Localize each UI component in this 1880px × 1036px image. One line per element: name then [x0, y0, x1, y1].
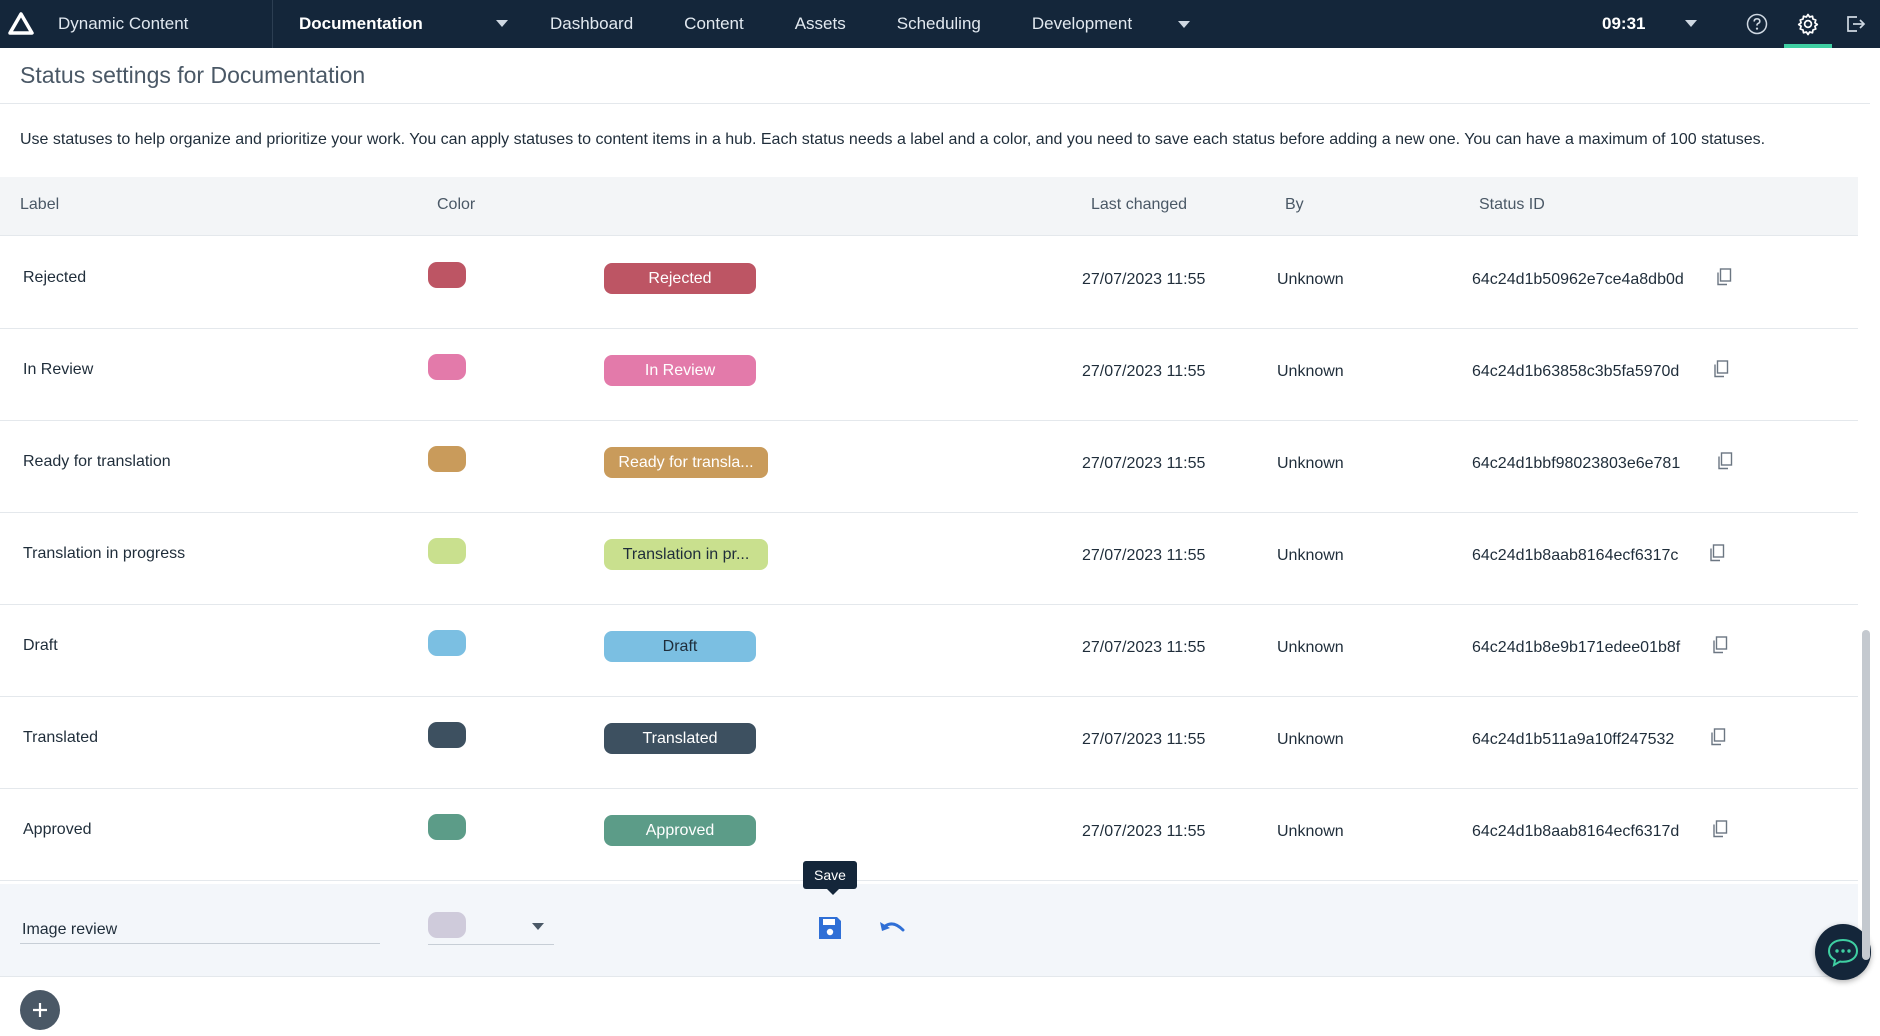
color-swatch[interactable]	[428, 722, 466, 748]
status-id: 64c24d1b8e9b171edee01b8f	[1472, 639, 1681, 656]
intro-text: Use statuses to help organize and priori…	[20, 131, 1766, 148]
table-row[interactable]: In Review In Review 27/07/2023 11:55 Unk…	[0, 328, 1858, 421]
status-preview-badge: Translation in pr...	[604, 539, 768, 570]
add-status-button[interactable]	[20, 990, 60, 1030]
color-swatch[interactable]	[428, 262, 466, 288]
color-picker-dropdown[interactable]	[428, 912, 554, 945]
chevron-down-icon	[1178, 20, 1191, 28]
undo-icon[interactable]	[878, 916, 908, 942]
nav-development[interactable]: Development	[1031, 14, 1191, 34]
status-id: 64c24d1b8aab8164ecf6317d	[1472, 823, 1680, 840]
status-label: Draft	[23, 637, 58, 654]
brand[interactable]: Dynamic Content	[0, 0, 273, 48]
table-row[interactable]: Draft Draft 27/07/2023 11:55 Unknown 64c…	[0, 604, 1858, 697]
page-title: Status settings for Documentation	[20, 62, 366, 88]
chat-bubble-icon	[1827, 938, 1859, 967]
changed-by: Unknown	[1277, 271, 1344, 288]
column-header-color: Color	[437, 196, 476, 213]
status-id: 64c24d1b50962e7ce4a8db0d	[1472, 271, 1684, 288]
copy-icon[interactable]	[1712, 636, 1728, 654]
nav-content[interactable]: Content	[684, 14, 744, 34]
clock-dropdown-icon[interactable]	[1685, 20, 1697, 27]
chevron-down-icon	[496, 20, 508, 27]
nav-dashboard[interactable]: Dashboard	[550, 14, 633, 34]
top-bar: Dynamic Content Documentation Dashboard …	[0, 0, 1880, 48]
last-changed: 27/07/2023 11:55	[1082, 639, 1206, 656]
copy-icon[interactable]	[1712, 820, 1728, 838]
status-preview-badge: Draft	[604, 631, 756, 662]
status-id: 64c24d1bbf98023803e6e781	[1472, 455, 1681, 472]
last-changed: 27/07/2023 11:55	[1082, 455, 1206, 472]
nav-assets[interactable]: Assets	[795, 14, 846, 34]
plus-icon	[33, 1003, 47, 1017]
new-status-row	[0, 884, 1858, 977]
column-header-by: By	[1285, 196, 1304, 213]
hub-selector[interactable]: Documentation	[273, 0, 520, 48]
chevron-down-icon	[532, 923, 544, 930]
app-name: Dynamic Content	[58, 14, 189, 33]
status-label: Translation in progress	[23, 545, 186, 562]
amplience-logo-icon	[8, 12, 34, 35]
column-header-status-id: Status ID	[1479, 196, 1545, 213]
changed-by: Unknown	[1277, 823, 1344, 840]
copy-icon[interactable]	[1717, 452, 1733, 470]
changed-by: Unknown	[1277, 639, 1344, 656]
table-row[interactable]: Translation in progress Translation in p…	[0, 512, 1858, 605]
column-header-last-changed: Last changed	[1091, 196, 1188, 213]
last-changed: 27/07/2023 11:55	[1082, 363, 1206, 380]
table-row[interactable]: Translated Translated 27/07/2023 11:55 U…	[0, 696, 1858, 789]
status-label: Ready for translation	[23, 453, 171, 470]
color-swatch[interactable]	[428, 446, 466, 472]
status-preview-badge: Approved	[604, 815, 756, 846]
save-tooltip: Save	[803, 861, 857, 895]
color-swatch[interactable]	[428, 538, 466, 564]
status-preview-badge: Ready for transla...	[604, 447, 768, 478]
copy-icon[interactable]	[1716, 268, 1732, 286]
status-preview-badge: Translated	[604, 723, 756, 754]
status-label: Translated	[23, 729, 98, 746]
status-id: 64c24d1b63858c3b5fa5970d	[1472, 363, 1680, 380]
status-preview-badge: Rejected	[604, 263, 756, 294]
hub-name: Documentation	[299, 14, 423, 33]
color-swatch	[428, 912, 466, 938]
help-icon[interactable]	[1742, 0, 1772, 48]
table-row[interactable]: Rejected Rejected 27/07/2023 11:55 Unkno…	[0, 236, 1858, 329]
copy-icon[interactable]	[1710, 728, 1726, 746]
status-id: 64c24d1b511a9a10ff247532	[1472, 731, 1675, 748]
active-tab-indicator	[1784, 44, 1832, 48]
status-label: Rejected	[23, 269, 87, 286]
main-nav: Dashboard Content Assets Scheduling Deve…	[550, 0, 1241, 48]
status-label: Approved	[23, 821, 92, 838]
nav-scheduling[interactable]: Scheduling	[897, 14, 981, 34]
changed-by: Unknown	[1277, 455, 1344, 472]
last-changed: 27/07/2023 11:55	[1082, 547, 1206, 564]
status-preview-badge: In Review	[604, 355, 756, 386]
new-status-label-input[interactable]	[20, 917, 380, 944]
clock: 09:31	[1602, 14, 1646, 33]
gear-icon[interactable]	[1784, 0, 1832, 48]
divider	[0, 103, 1870, 104]
scrollbar[interactable]	[1862, 630, 1870, 960]
color-swatch[interactable]	[428, 354, 466, 380]
column-header-label: Label	[20, 196, 60, 213]
save-icon[interactable]	[816, 914, 844, 942]
status-label: In Review	[23, 361, 94, 378]
table-row[interactable]: Ready for translation Ready for transla.…	[0, 420, 1858, 513]
changed-by: Unknown	[1277, 363, 1344, 380]
table-row[interactable]: Approved Approved 27/07/2023 11:55 Unkno…	[0, 788, 1858, 881]
color-swatch[interactable]	[428, 814, 466, 840]
table-header: Label Color Last changed By Status ID	[0, 177, 1858, 236]
color-swatch[interactable]	[428, 630, 466, 656]
logout-icon[interactable]	[1840, 0, 1870, 48]
last-changed: 27/07/2023 11:55	[1082, 271, 1206, 288]
changed-by: Unknown	[1277, 547, 1344, 564]
last-changed: 27/07/2023 11:55	[1082, 823, 1206, 840]
nav-development-label: Development	[1031, 14, 1133, 33]
changed-by: Unknown	[1277, 731, 1344, 748]
copy-icon[interactable]	[1713, 360, 1729, 378]
copy-icon[interactable]	[1709, 544, 1725, 562]
status-id: 64c24d1b8aab8164ecf6317c	[1472, 547, 1679, 564]
last-changed: 27/07/2023 11:55	[1082, 731, 1206, 748]
